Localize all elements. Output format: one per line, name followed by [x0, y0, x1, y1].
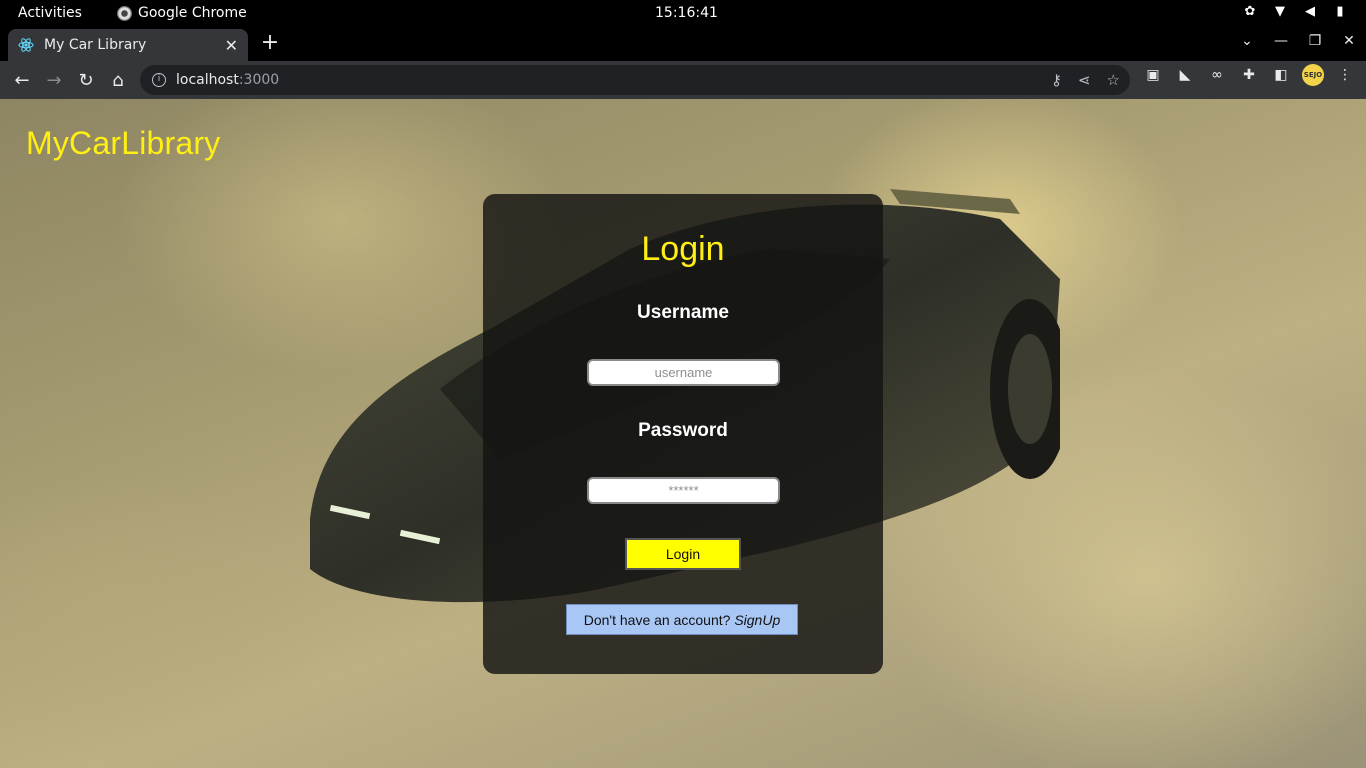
page-viewport: MyCarLibrary Login Username Password Log…	[0, 99, 1366, 768]
extension-tray-icon[interactable]: ✿	[1242, 4, 1258, 20]
password-label: Password	[638, 420, 728, 441]
browser-toolbar: ← → ↻ ⌂ i localhost:3000 ⚷ ⋖ ☆ ▣ ◣ ∞ ✚ ◧…	[0, 61, 1366, 99]
clock[interactable]: 15:16:41	[655, 5, 718, 21]
site-info-icon[interactable]: i	[152, 73, 166, 87]
login-title: Login	[641, 230, 725, 268]
username-label: Username	[637, 302, 729, 323]
app-name: Google Chrome	[138, 5, 247, 21]
signup-prompt: Don't have an account?	[583, 611, 731, 628]
login-card: Login Username Password Login Don't have…	[483, 194, 883, 674]
menu-kebab-icon[interactable]: ⋮	[1334, 64, 1356, 86]
close-window-icon[interactable]: ✕	[1342, 33, 1356, 49]
forward-icon[interactable]: →	[38, 64, 70, 96]
share-icon[interactable]: ⋖	[1078, 71, 1091, 89]
signup-button[interactable]: Don't have an account? SignUp	[566, 604, 798, 635]
address-bar-actions: ⚷ ⋖ ☆	[1051, 71, 1120, 89]
extensions-bar: ▣ ◣ ∞ ✚ ◧ SEJO ⋮	[1142, 64, 1356, 86]
tab-title: My Car Library	[44, 37, 147, 53]
react-icon	[18, 38, 34, 52]
system-top-bar: Activities Google Chrome 15:16:41 ✿ ▼ ◀ …	[0, 0, 1366, 27]
system-tray[interactable]: ✿ ▼ ◀ ▮	[1242, 4, 1348, 20]
username-input[interactable]	[587, 359, 780, 386]
key-icon[interactable]: ⚷	[1051, 71, 1062, 89]
cast-icon[interactable]: ▣	[1142, 64, 1164, 86]
side-panel-icon[interactable]: ◧	[1270, 64, 1292, 86]
signup-link[interactable]: SignUp	[734, 612, 780, 628]
wifi-icon[interactable]: ▼	[1272, 4, 1288, 20]
tab-search-icon[interactable]: ⌄	[1240, 33, 1254, 49]
minimize-icon[interactable]: —	[1274, 33, 1288, 49]
chrome-icon	[117, 5, 132, 21]
reload-icon[interactable]: ↻	[70, 64, 102, 96]
back-icon[interactable]: ←	[6, 64, 38, 96]
profile-avatar[interactable]: SEJO	[1302, 64, 1324, 86]
window-controls: ⌄ — ❐ ✕	[1240, 33, 1356, 49]
bookmark-star-icon[interactable]: ☆	[1107, 71, 1120, 89]
address-bar[interactable]: i localhost:3000 ⚷ ⋖ ☆	[140, 65, 1130, 95]
extension-glasses-icon[interactable]: ∞	[1206, 64, 1228, 86]
activities-button[interactable]: Activities	[18, 5, 82, 21]
tab-my-car-library[interactable]: My Car Library ✕	[8, 29, 248, 61]
extensions-puzzle-icon[interactable]: ✚	[1238, 64, 1260, 86]
app-menu[interactable]: Google Chrome	[117, 5, 247, 21]
url-port: :3000	[238, 72, 280, 88]
tab-strip: My Car Library ✕ + ⌄ — ❐ ✕	[0, 27, 1366, 61]
login-button[interactable]: Login	[625, 538, 741, 570]
url-host: localhost	[176, 72, 239, 88]
volume-icon[interactable]: ◀	[1302, 4, 1318, 20]
battery-icon[interactable]: ▮	[1332, 4, 1348, 20]
password-input[interactable]	[587, 477, 780, 504]
new-tab-button[interactable]: +	[258, 31, 282, 55]
home-icon[interactable]: ⌂	[102, 64, 134, 96]
extension-icon[interactable]: ◣	[1174, 64, 1196, 86]
brand-logo[interactable]: MyCarLibrary	[26, 125, 220, 162]
close-tab-icon[interactable]: ✕	[225, 36, 238, 55]
restore-icon[interactable]: ❐	[1308, 33, 1322, 49]
